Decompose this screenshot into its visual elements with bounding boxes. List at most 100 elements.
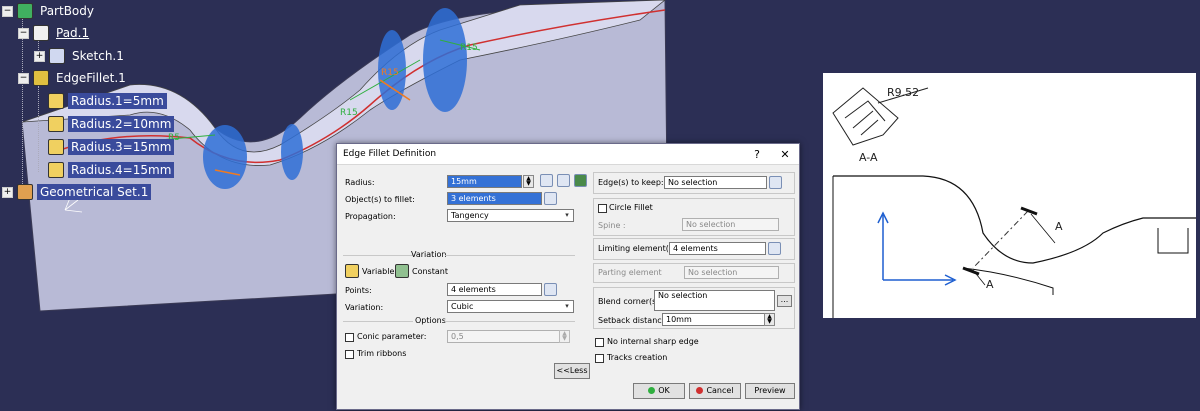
circle-fillet-checkbox[interactable] xyxy=(598,204,607,213)
help-button[interactable]: ? xyxy=(743,148,771,161)
conic-parameter-input[interactable]: 0,5 xyxy=(447,330,562,343)
close-button[interactable]: ✕ xyxy=(771,148,799,161)
variable-icon xyxy=(345,264,359,278)
edges-to-keep-label: Edge(s) to keep: xyxy=(598,178,664,187)
geometrical-set-icon xyxy=(17,184,33,200)
tree-item-label: Radius.1=5mm xyxy=(68,93,167,109)
preview-button[interactable]: Preview xyxy=(745,383,795,399)
limiting-elements-group: Limiting element(s): 4 elements xyxy=(593,238,795,260)
trim-ribbons-checkbox[interactable] xyxy=(345,350,354,359)
trim-ribbons-label: Trim ribbons xyxy=(357,349,407,358)
spine-label: Spine : xyxy=(598,221,626,230)
sketch-icon xyxy=(49,48,65,64)
variation-select[interactable]: Cubic ▾ xyxy=(447,300,574,313)
radius-annotation-3: R15 xyxy=(460,43,478,53)
constant-icon xyxy=(395,264,409,278)
conic-spinner[interactable]: ▲ ▼ xyxy=(559,330,570,343)
partbody-gears-icon xyxy=(17,3,33,19)
tree-item-label: Sketch.1 xyxy=(72,49,124,63)
ok-button[interactable]: OK xyxy=(633,383,685,399)
variable-label: Variable xyxy=(362,266,395,276)
spine-field[interactable]: No selection xyxy=(682,218,779,231)
pad-icon xyxy=(33,25,49,41)
circle-fillet-group: Circle Fillet Spine : No selection xyxy=(593,198,795,236)
radius-annotation-4: R15 xyxy=(340,108,358,118)
tree-item-pad[interactable]: − Pad.1 xyxy=(18,25,92,41)
parameter-icon xyxy=(48,116,64,132)
cancel-icon xyxy=(696,387,704,394)
section-mark-a-1: A xyxy=(1055,220,1063,233)
tree-item-partbody[interactable]: − PartBody xyxy=(2,3,97,19)
drawing-sketch: R9.52 A-A A A xyxy=(832,86,1196,318)
tree-item-label: EdgeFillet.1 xyxy=(56,71,126,85)
parting-element-group: Parting element No selection xyxy=(593,263,795,283)
drawing-radius-label: R9.52 xyxy=(887,86,919,99)
less-button[interactable]: <<Less xyxy=(554,363,590,379)
propagation-value: Tangency xyxy=(451,211,489,220)
drawing-view[interactable]: R9.52 A-A A A xyxy=(823,73,1196,318)
tree-item-sketch[interactable]: + Sketch.1 xyxy=(34,48,127,64)
ok-label: OK xyxy=(658,386,670,395)
collapse-icon[interactable]: − xyxy=(18,72,29,84)
variation-header: Variation xyxy=(411,250,447,259)
points-list-icon[interactable] xyxy=(544,283,557,296)
tracks-creation-checkbox[interactable] xyxy=(595,354,604,363)
setback-spinner[interactable]: ▲ ▼ xyxy=(764,313,775,326)
conic-parameter-label: Conic parameter: xyxy=(357,332,427,341)
options-header: Options xyxy=(415,316,446,325)
variation-value: Cubic xyxy=(451,302,474,311)
radius-input[interactable]: 15mm xyxy=(447,175,522,188)
law-editor-icon[interactable] xyxy=(540,174,553,187)
tree-item-radius-2[interactable]: Radius.2=10mm xyxy=(48,116,175,132)
tree-item-edgefillet[interactable]: − EdgeFillet.1 xyxy=(18,70,129,86)
parameter-icon xyxy=(48,93,64,109)
edges-keep-list-icon[interactable] xyxy=(769,176,782,189)
dialog-title: Edge Fillet Definition xyxy=(343,149,437,159)
dialog-titlebar[interactable]: Edge Fillet Definition ? ✕ xyxy=(337,144,799,165)
limiting-elements-label: Limiting element(s): xyxy=(598,244,679,253)
fillet-ribbon-4 xyxy=(423,8,467,112)
blend-corners-field[interactable]: No selection xyxy=(654,290,775,311)
radius-spinner[interactable]: ▲ ▼ xyxy=(523,175,534,188)
edit-check-icon[interactable] xyxy=(574,174,587,187)
tree-item-radius-1[interactable]: Radius.1=5mm xyxy=(48,93,167,109)
collapse-icon[interactable]: − xyxy=(18,27,29,39)
tree-item-radius-3[interactable]: Radius.3=15mm xyxy=(48,139,175,155)
collapse-icon[interactable]: − xyxy=(2,5,13,17)
edges-to-keep-field[interactable]: No selection xyxy=(664,176,767,189)
objects-to-fillet-field[interactable]: 3 elements xyxy=(447,192,542,205)
limiting-elements-field[interactable]: 4 elements xyxy=(669,242,766,255)
tree-item-geometrical-set[interactable]: + Geometrical Set.1 xyxy=(2,184,152,200)
parting-element-field[interactable]: No selection xyxy=(684,266,779,279)
axis-arrows-icon xyxy=(877,211,957,286)
fillet-ribbon-1 xyxy=(203,125,247,189)
no-internal-sharp-edge-label: No internal sharp edge xyxy=(607,337,699,346)
objects-list-icon[interactable] xyxy=(544,192,557,205)
setback-distance-input[interactable]: 10mm xyxy=(662,313,765,326)
circle-fillet-label: Circle Fillet xyxy=(609,203,653,212)
constant-toggle[interactable]: Constant xyxy=(395,264,448,278)
expand-icon[interactable]: + xyxy=(2,186,13,198)
blend-more-button[interactable]: ... xyxy=(777,295,792,307)
tree-item-label: Radius.4=15mm xyxy=(68,162,175,178)
limiting-list-icon[interactable] xyxy=(768,242,781,255)
propagation-select[interactable]: Tangency ▾ xyxy=(447,209,574,222)
no-internal-sharp-edge-checkbox[interactable] xyxy=(595,338,604,347)
variable-toggle[interactable]: Variable xyxy=(345,264,394,278)
points-field[interactable]: 4 elements xyxy=(447,283,542,296)
tree-item-label: Pad.1 xyxy=(56,26,90,40)
fillet-type-icon[interactable] xyxy=(557,174,570,187)
expand-icon[interactable]: + xyxy=(34,50,45,62)
tree-item-label: PartBody xyxy=(40,4,94,18)
points-label: Points: xyxy=(345,286,372,295)
radius-label: Radius: xyxy=(345,178,375,187)
edge-fillet-dialog: Edge Fillet Definition ? ✕ Radius: 15mm … xyxy=(336,143,800,410)
blend-corners-group: Blend corner(s) No selection ... Setback… xyxy=(593,287,795,329)
tree-item-label: Radius.3=15mm xyxy=(68,139,175,155)
parameter-icon xyxy=(48,162,64,178)
conic-parameter-checkbox[interactable] xyxy=(345,333,354,342)
fillet-ribbon-2 xyxy=(281,124,303,180)
variation-label: Variation: xyxy=(345,303,384,312)
tree-item-radius-4[interactable]: Radius.4=15mm xyxy=(48,162,175,178)
cancel-button[interactable]: Cancel xyxy=(689,383,741,399)
